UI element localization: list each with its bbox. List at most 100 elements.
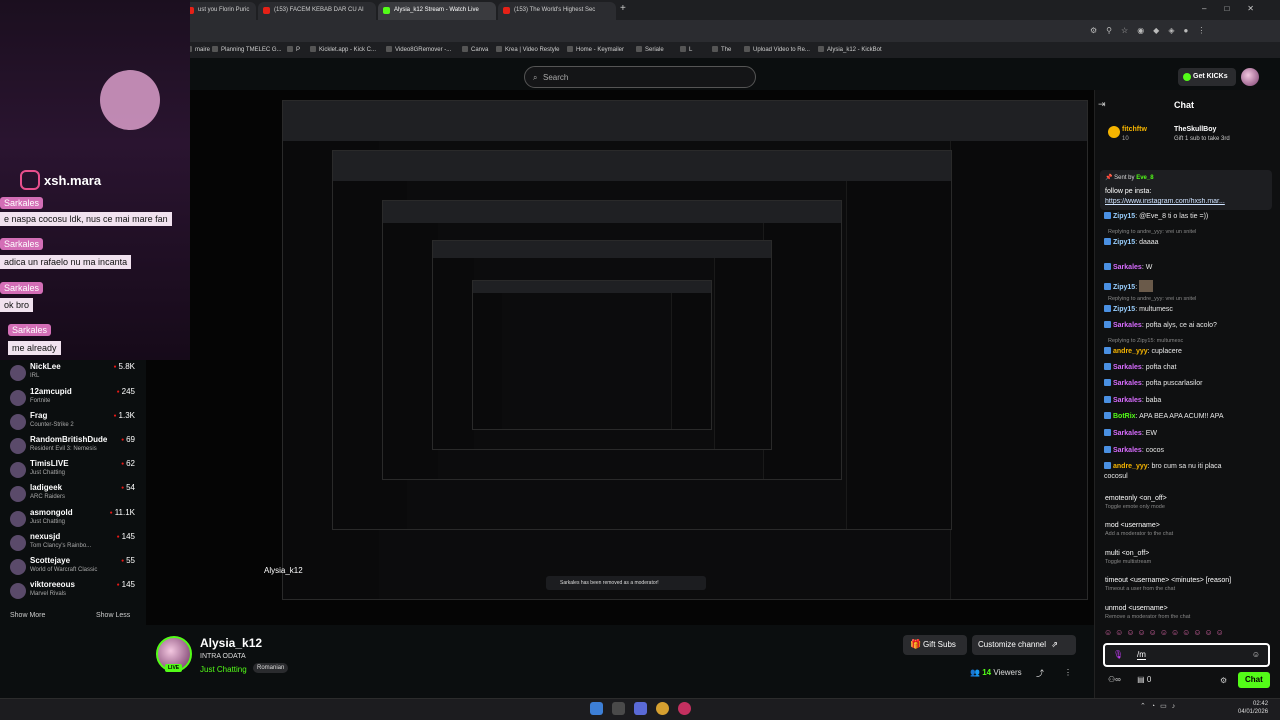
- chat-message[interactable]: Sarkales: pofta chat: [1104, 363, 1176, 371]
- get-kicks-button[interactable]: Get KICKs: [1178, 68, 1236, 86]
- overlay-chat-line: Sarkales: [8, 324, 52, 336]
- sidebar-channel[interactable]: ScottejayeWorld of Warcraft Classic55: [10, 556, 135, 580]
- bookmark[interactable]: Seriale: [636, 46, 664, 53]
- address-bar[interactable]: ⚙⚲☆◉◆◈●⋮: [0, 20, 1280, 42]
- more-options-icon[interactable]: ⋮: [1064, 668, 1072, 677]
- reply-context: Replying to andre_yyy: vrei un snitel: [1108, 296, 1197, 302]
- bookmark[interactable]: Krea | Video Restyle: [496, 46, 559, 53]
- badge-icon: [1104, 321, 1111, 328]
- chat-message[interactable]: Sarkales: cocos: [1104, 446, 1164, 454]
- bookmark[interactable]: The: [712, 46, 731, 53]
- pinned-message[interactable]: 📌 Sent by Eve_8 follow pe insta: https:/…: [1100, 170, 1272, 210]
- bookmark[interactable]: Alysia_k12 - KickBot: [818, 46, 882, 53]
- share-icon[interactable]: ⤴: [1036, 668, 1044, 679]
- kick-points-icon[interactable]: ⚇∞: [1108, 675, 1121, 684]
- windows-start-icon[interactable]: [590, 702, 603, 715]
- video-player[interactable]: Alysia_k12 Sarkales has been removed as …: [146, 90, 1094, 625]
- chat-message[interactable]: BotRix: APA BEA APA ACUM!! APA: [1104, 412, 1224, 420]
- browser-tab-active[interactable]: Alysia_k12 Stream - Watch Live: [378, 2, 496, 20]
- bookmark[interactable]: Video8GRemover -...: [386, 46, 451, 53]
- cat-ears-headset: [100, 70, 160, 130]
- chat-title: Chat: [1174, 100, 1194, 110]
- chat-send-button[interactable]: Chat: [1238, 672, 1270, 688]
- sidebar-channel[interactable]: 12amcupidFortnite245: [10, 387, 135, 411]
- bookmark[interactable]: L: [680, 46, 692, 53]
- system-tray-icons[interactable]: ⌃◔▭♪: [1140, 702, 1180, 710]
- badge-icon: [1104, 379, 1111, 386]
- avatar: [10, 486, 26, 502]
- sidebar-channel[interactable]: nexusjdTom Clancy's Rainbo...145: [10, 532, 135, 556]
- microphone-icon[interactable]: 🎙: [1113, 650, 1123, 659]
- search-taskbar-icon[interactable]: [612, 702, 625, 715]
- chat-message[interactable]: Sarkales: EW: [1104, 429, 1157, 437]
- image-emote: [1139, 280, 1154, 292]
- extension-icons[interactable]: ⚙⚲☆◉◆◈●⋮: [1090, 26, 1214, 35]
- sidebar-channel[interactable]: ladigeekARC Raiders54: [10, 483, 135, 507]
- avatar: [10, 583, 26, 599]
- browser-tab[interactable]: (153) FACEM KEBAB DAR CU AI: [258, 2, 376, 20]
- chat-settings-icon[interactable]: ⚙: [1220, 676, 1227, 685]
- bookmark[interactable]: P: [287, 46, 300, 53]
- avatar: [10, 390, 26, 406]
- user-avatar[interactable]: [1241, 68, 1259, 86]
- search-icon: ⌕: [533, 73, 538, 82]
- browser-tab[interactable]: ust you Florin Puric: [182, 2, 256, 20]
- sidebar-channel[interactable]: viktoreeousMarvel Rivals145: [10, 580, 135, 604]
- gift-subs-button[interactable]: 🎁 Gift Subs: [903, 635, 967, 655]
- bookmark[interactable]: Canva: [462, 46, 488, 53]
- channel-name[interactable]: Alysia_k12: [200, 636, 262, 650]
- new-tab-icon[interactable]: +: [620, 3, 626, 14]
- chat-message[interactable]: Sarkales: pofta puscarlasilor: [1104, 379, 1203, 387]
- chat-message[interactable]: Sarkales: W: [1104, 263, 1152, 271]
- chat-message[interactable]: andre_yyy: bro cum sa nu iti placa: [1104, 462, 1222, 470]
- command-suggestion[interactable]: timeout <username> <minutes> [reason] Tim…: [1105, 577, 1231, 592]
- sidebar-channel[interactable]: asmongoldJust Chatting11.1K: [10, 508, 135, 532]
- browser-tab[interactable]: (153) The World's Highest Sec: [498, 2, 616, 20]
- sidebar-channel[interactable]: TimisLIVEJust Chatting62: [10, 459, 135, 483]
- bookmark[interactable]: Kicklet.app - Kick C...: [310, 46, 376, 53]
- pinned-link[interactable]: https://www.instagram.com/hxsh.mar...: [1105, 198, 1267, 205]
- window-controls[interactable]: –□✕: [1202, 4, 1272, 13]
- reply-context: Replying to andre_yyy: vrei un snitel: [1108, 229, 1197, 235]
- command-suggestion[interactable]: multi <on_off> Toggle multistream: [1105, 550, 1151, 565]
- app-icon[interactable]: [634, 702, 647, 715]
- show-more-link[interactable]: Show More: [10, 612, 45, 619]
- nested-screen: [472, 280, 712, 430]
- command-suggestion[interactable]: emoteonly <on_off> Toggle emote only mode: [1105, 495, 1167, 510]
- badge-icon: [1104, 283, 1111, 290]
- instagram-handle: xsh.mara: [20, 170, 101, 190]
- command-suggestion[interactable]: unmod <username> Remove a moderator from …: [1105, 605, 1190, 620]
- emoji-icon[interactable]: ☺: [1252, 650, 1260, 659]
- chat-footer: ⚇∞ ▤ 0: [1108, 675, 1152, 684]
- collapse-chat-icon[interactable]: ⇥: [1098, 99, 1106, 110]
- chat-message[interactable]: Zipy15: @Eve_8 ti o las tie =)): [1104, 212, 1208, 220]
- sidebar-channel[interactable]: FragCounter-Strike 21.3K: [10, 411, 135, 435]
- stream-category[interactable]: Just Chatting: [200, 665, 247, 674]
- bookmark[interactable]: Home - Keymailer: [567, 46, 624, 53]
- reply-context: Replying to Zipy15: multumesc: [1108, 338, 1184, 344]
- bookmark[interactable]: Upload Video to Re...: [744, 46, 810, 53]
- overlay-chat-line: adica un rafaelo nu ma incanta: [0, 255, 132, 269]
- chat-message[interactable]: Zipy15:: [1104, 280, 1154, 292]
- gift-leaderboard[interactable]: fitchftw 10 TheSkullBoy Gift 1 sub to ta…: [1108, 124, 1268, 152]
- show-less-link[interactable]: Show Less: [96, 612, 130, 619]
- chat-message[interactable]: Sarkales: baba: [1104, 396, 1161, 404]
- command-suggestion[interactable]: mod <username> Add a moderator to the cha…: [1105, 522, 1173, 537]
- stream-tag[interactable]: Romanian: [253, 663, 289, 673]
- customize-channel-button[interactable]: Customize channel ⇗: [972, 635, 1076, 655]
- avatar: [10, 511, 26, 527]
- chat-message[interactable]: Zipy15: daaaa: [1104, 238, 1159, 246]
- sidebar-channel[interactable]: RandomBritishDude Resident Evil 3: Nemesi…: [10, 435, 135, 459]
- emote-bar[interactable]: ☺☺☺☺☺☺☺☺☺☺☺: [1104, 628, 1270, 640]
- search-input[interactable]: ⌕ Search: [524, 66, 756, 88]
- app-icon[interactable]: [678, 702, 691, 715]
- chat-message[interactable]: Sarkales: pofta alys, ce ai acolo?: [1104, 321, 1217, 329]
- chat-message[interactable]: andre_yyy: cuplacere: [1104, 347, 1182, 355]
- system-clock[interactable]: 02:42 04/01/2026: [1238, 700, 1268, 716]
- chat-input[interactable]: 🎙 /m ☺: [1103, 643, 1270, 667]
- badge-icon: [1104, 446, 1111, 453]
- sidebar-channel[interactable]: NickLeeIRL5.8K: [10, 362, 135, 386]
- bookmark[interactable]: Planning TMELEC G...: [212, 46, 282, 53]
- chrome-icon[interactable]: [656, 702, 669, 715]
- chat-message[interactable]: Zipy15: multumesc: [1104, 305, 1173, 313]
